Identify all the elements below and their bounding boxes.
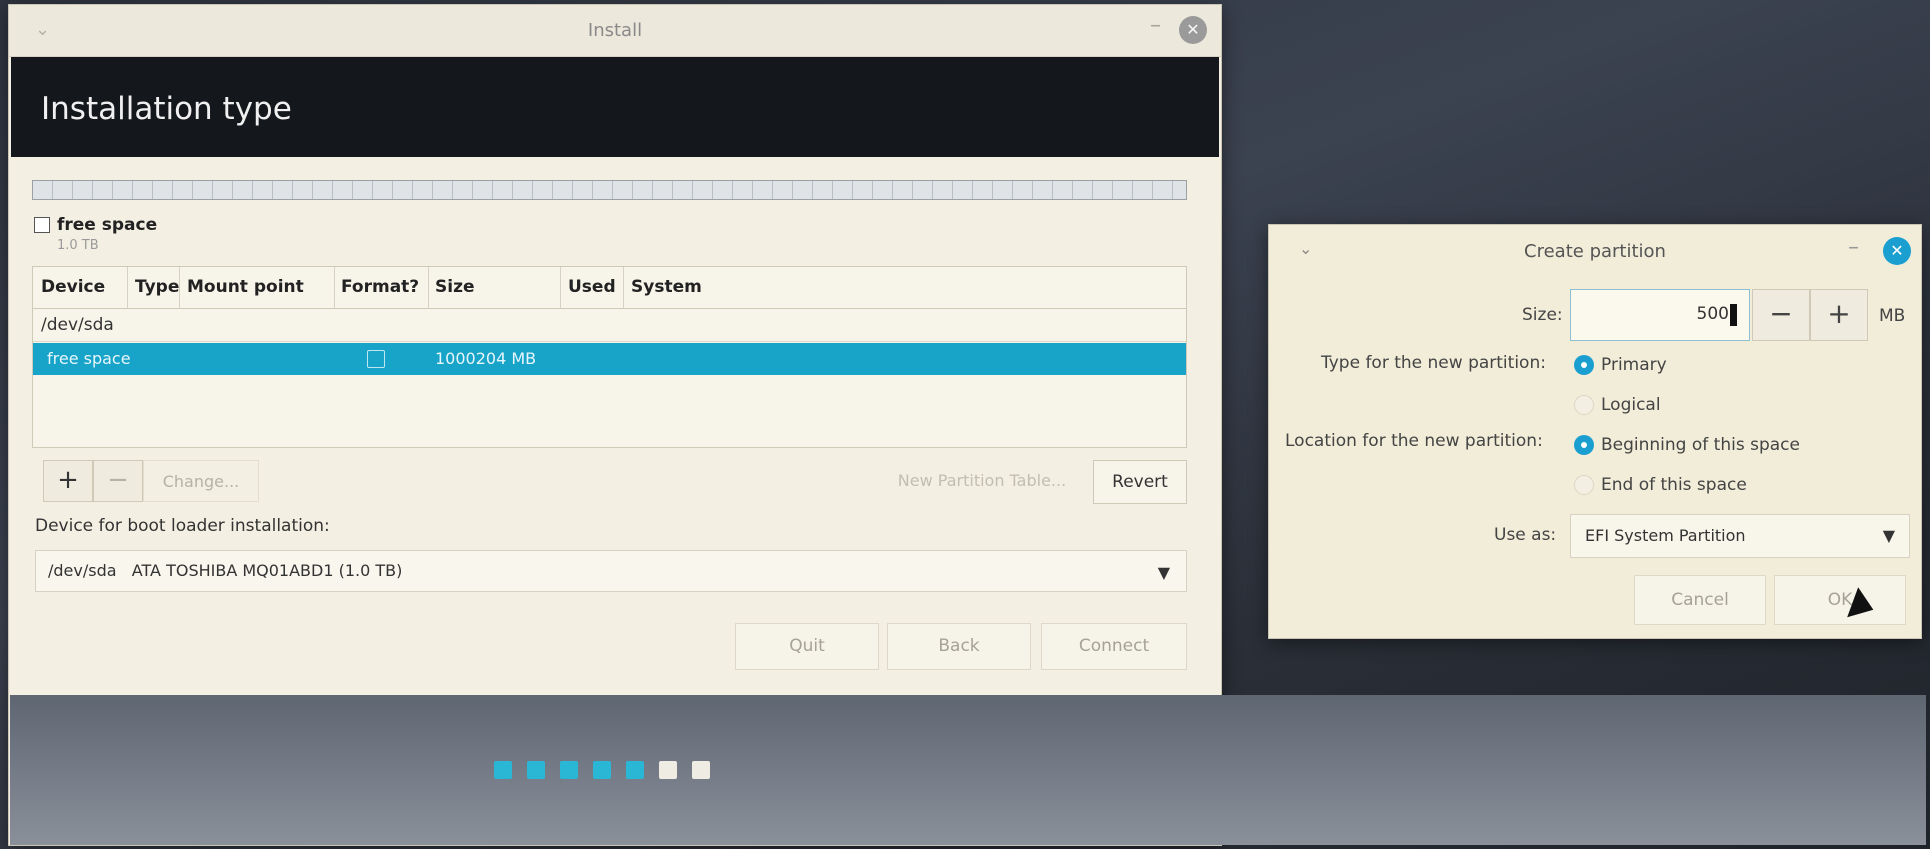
close-icon[interactable]: ✕ xyxy=(1179,16,1207,44)
radio-primary[interactable] xyxy=(1574,355,1594,375)
legend-size: 1.0 TB xyxy=(57,238,99,253)
type-option-logical[interactable]: Logical xyxy=(1601,395,1661,415)
ok-button[interactable]: OK xyxy=(1774,575,1906,625)
quit-button[interactable]: Quit xyxy=(735,623,879,670)
col-size[interactable]: Size xyxy=(435,277,475,297)
size-input[interactable]: 500 xyxy=(1570,289,1750,341)
progress-dot xyxy=(494,761,512,779)
type-option-primary[interactable]: Primary xyxy=(1601,355,1667,375)
col-type[interactable]: Type xyxy=(135,277,179,297)
progress-dot xyxy=(527,761,545,779)
progress-dot xyxy=(560,761,578,779)
table-header: Device Type Mount point Format? Size Use… xyxy=(33,267,1186,309)
progress-dot xyxy=(692,761,710,779)
text-cursor xyxy=(1730,304,1737,326)
cancel-button[interactable]: Cancel xyxy=(1634,575,1766,625)
dropdown-arrow-icon: ▼ xyxy=(1882,526,1895,545)
minimize-icon[interactable]: – xyxy=(1848,235,1859,260)
boot-loader-value: /dev/sda ATA TOSHIBA MQ01ABD1 (1.0 TB) xyxy=(48,561,403,580)
dropdown-arrow-icon: ▼ xyxy=(1157,563,1170,582)
minimize-icon[interactable]: – xyxy=(1150,13,1161,38)
size-label: Size: xyxy=(1522,305,1563,325)
location-option-beginning[interactable]: Beginning of this space xyxy=(1601,435,1800,455)
close-icon[interactable]: ✕ xyxy=(1883,237,1911,265)
connect-button[interactable]: Connect xyxy=(1041,623,1187,670)
disk-usage-bar xyxy=(32,180,1187,200)
col-system[interactable]: System xyxy=(631,277,702,297)
change-button[interactable]: Change... xyxy=(143,460,259,502)
partition-table: Device Type Mount point Format? Size Use… xyxy=(32,266,1187,448)
remove-partition-button[interactable]: − xyxy=(93,460,143,502)
use-as-select[interactable]: EFI System Partition ▼ xyxy=(1570,514,1910,558)
type-label: Type for the new partition: xyxy=(1321,353,1546,373)
radio-end[interactable] xyxy=(1574,475,1594,495)
size-increment-button[interactable]: + xyxy=(1810,289,1868,341)
size-unit: MB xyxy=(1879,306,1906,326)
install-titlebar: ⌄ Install – ✕ xyxy=(9,5,1221,57)
install-window-title: Install xyxy=(587,20,643,41)
slideshow-band xyxy=(10,695,1926,845)
col-used[interactable]: Used xyxy=(568,277,616,297)
page-title: Installation type xyxy=(41,91,292,127)
dialog-title: Create partition xyxy=(1524,241,1666,262)
back-button[interactable]: Back xyxy=(887,623,1031,670)
radio-logical[interactable] xyxy=(1574,395,1594,415)
progress-dot xyxy=(593,761,611,779)
table-row-device[interactable]: /dev/sda xyxy=(33,310,1186,342)
legend-label: free space xyxy=(57,215,158,235)
boot-loader-label: Device for boot loader installation: xyxy=(35,516,330,536)
col-format[interactable]: Format? xyxy=(341,277,419,297)
add-partition-button[interactable]: + xyxy=(43,460,93,502)
create-partition-dialog: ⌄ Create partition – ✕ Size: 500 − + MB … xyxy=(1268,224,1922,639)
format-checkbox[interactable] xyxy=(367,350,385,368)
radio-beginning[interactable] xyxy=(1574,435,1594,455)
new-partition-table-button[interactable]: New Partition Table... xyxy=(884,460,1080,502)
location-label: Location for the new partition: xyxy=(1285,431,1543,451)
free-space-cell: free space xyxy=(47,349,131,368)
progress-dot xyxy=(626,761,644,779)
col-device[interactable]: Device xyxy=(41,277,105,297)
col-mount-point[interactable]: Mount point xyxy=(187,277,304,297)
device-name: /dev/sda xyxy=(41,315,114,335)
use-as-value: EFI System Partition xyxy=(1585,526,1746,545)
boot-loader-select[interactable]: /dev/sda ATA TOSHIBA MQ01ABD1 (1.0 TB) ▼ xyxy=(35,550,1187,592)
progress-dots xyxy=(494,761,710,779)
revert-button[interactable]: Revert xyxy=(1093,460,1187,504)
size-value: 500 xyxy=(1696,304,1729,324)
free-space-swatch xyxy=(34,217,50,233)
table-row-free-space[interactable]: free space 1000204 MB xyxy=(33,343,1186,375)
use-as-label: Use as: xyxy=(1494,525,1557,545)
page-header: Installation type xyxy=(11,57,1219,157)
location-option-end[interactable]: End of this space xyxy=(1601,475,1747,495)
free-space-size: 1000204 MB xyxy=(435,349,537,368)
size-decrement-button[interactable]: − xyxy=(1752,289,1810,341)
progress-dot xyxy=(659,761,677,779)
